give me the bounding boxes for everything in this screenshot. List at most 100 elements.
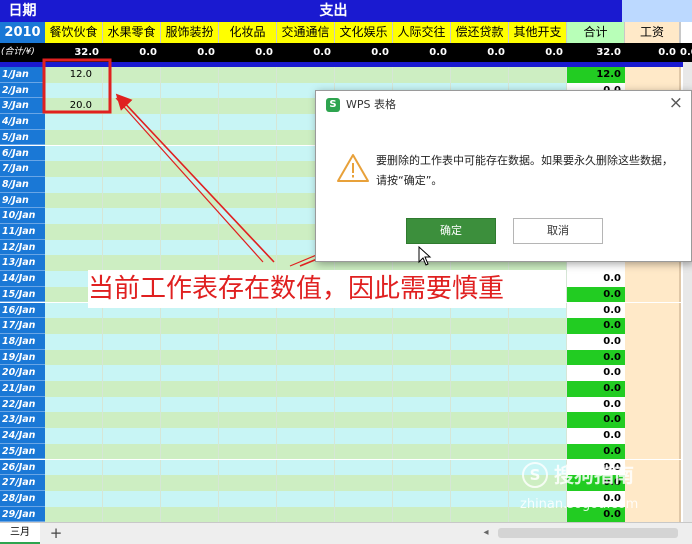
horizontal-scrollbar-thumb[interactable] [498,528,678,538]
table-cell[interactable] [161,176,219,193]
table-cell[interactable] [161,349,219,366]
table-cell[interactable] [625,443,680,460]
column-header[interactable]: 餐饮伙食 [45,22,103,43]
table-cell[interactable] [277,318,335,334]
date-cell[interactable]: 18/Jan [0,333,45,350]
table-cell[interactable] [45,428,103,444]
table-cell[interactable] [219,318,277,334]
table-cell[interactable] [625,333,680,350]
table-cell[interactable] [393,459,451,476]
table-cell[interactable] [451,475,509,491]
table-cell[interactable] [103,381,161,397]
table-cell[interactable] [335,443,393,460]
table-cell[interactable] [219,443,277,460]
table-cell[interactable] [219,428,277,444]
table-cell[interactable] [161,145,219,162]
table-cell[interactable] [277,490,335,507]
table-cell[interactable] [625,67,680,83]
table-cell[interactable] [680,381,681,397]
table-cell[interactable] [45,82,103,99]
table-cell[interactable] [509,67,567,83]
table-cell[interactable] [509,443,567,460]
table-cell[interactable] [393,428,451,444]
table-cell[interactable] [393,396,451,413]
table-cell[interactable] [393,475,451,491]
table-cell[interactable] [45,349,103,366]
table-cell[interactable] [509,333,567,350]
table-cell[interactable] [45,255,103,272]
table-cell[interactable] [451,396,509,413]
table-cell[interactable] [161,129,219,146]
table-cell[interactable] [45,381,103,397]
table-cell[interactable] [509,506,567,522]
table-cell[interactable] [219,475,277,491]
table-cell[interactable] [219,412,277,429]
table-cell[interactable] [393,365,451,381]
table-cell[interactable] [161,192,219,209]
table-cell[interactable] [625,302,680,319]
table-cell[interactable] [219,145,277,162]
table-cell[interactable] [45,161,103,177]
table-cell[interactable] [103,396,161,413]
table-cell[interactable] [680,365,681,381]
table-cell[interactable] [219,396,277,413]
table-cell[interactable] [103,412,161,429]
table-cell[interactable] [45,396,103,413]
column-header[interactable]: 合计 [567,22,625,43]
table-cell[interactable] [45,224,103,240]
table-cell[interactable] [161,412,219,429]
table-cell[interactable] [393,333,451,350]
table-cell[interactable] [219,255,277,272]
table-cell[interactable] [509,349,567,366]
table-cell[interactable] [680,428,681,444]
table-cell[interactable] [219,176,277,193]
date-cell[interactable]: 12/Jan [0,239,45,256]
table-cell[interactable] [161,333,219,350]
table-cell[interactable] [219,349,277,366]
table-cell[interactable] [103,428,161,444]
table-cell[interactable] [451,506,509,522]
table-cell[interactable] [103,176,161,193]
date-cell[interactable]: 15/Jan [0,286,45,303]
table-cell[interactable] [451,318,509,334]
table-cell[interactable] [277,381,335,397]
table-cell[interactable]: 20.0 [45,98,103,115]
table-cell[interactable] [393,318,451,334]
table-cell[interactable] [335,333,393,350]
table-cell[interactable] [625,475,680,491]
table-cell[interactable] [103,318,161,334]
column-header[interactable]: 偿还贷款 [451,22,509,43]
column-header[interactable]: 人际交往 [393,22,451,43]
table-cell[interactable] [277,475,335,491]
table-cell[interactable] [103,208,161,224]
table-cell[interactable] [219,490,277,507]
table-cell[interactable] [161,82,219,99]
sheet-tab-march[interactable]: 三月 [0,523,40,544]
scroll-left-arrow-icon[interactable]: ◂ [480,523,492,543]
table-cell[interactable]: 12.0 [45,67,103,83]
table-cell[interactable] [625,381,680,397]
date-cell[interactable]: 21/Jan [0,381,45,397]
table-cell[interactable] [680,349,681,366]
table-cell[interactable] [680,506,681,522]
table-cell[interactable] [161,161,219,177]
ok-button[interactable]: 确定 [406,218,496,244]
table-cell[interactable] [161,67,219,83]
table-cell[interactable] [45,490,103,507]
date-cell[interactable]: 26/Jan [0,459,45,476]
table-cell[interactable] [103,333,161,350]
table-cell[interactable] [103,506,161,522]
table-cell[interactable] [625,318,680,334]
table-cell[interactable] [161,365,219,381]
table-cell[interactable] [509,459,567,476]
table-cell[interactable] [161,255,219,272]
table-cell[interactable] [161,318,219,334]
date-cell[interactable]: 1/Jan [0,67,45,83]
date-cell[interactable]: 16/Jan [0,302,45,319]
table-cell[interactable] [277,443,335,460]
date-cell[interactable]: 24/Jan [0,428,45,444]
table-cell[interactable] [103,459,161,476]
date-cell[interactable]: 23/Jan [0,412,45,429]
table-cell[interactable] [277,428,335,444]
table-cell[interactable] [625,506,680,522]
